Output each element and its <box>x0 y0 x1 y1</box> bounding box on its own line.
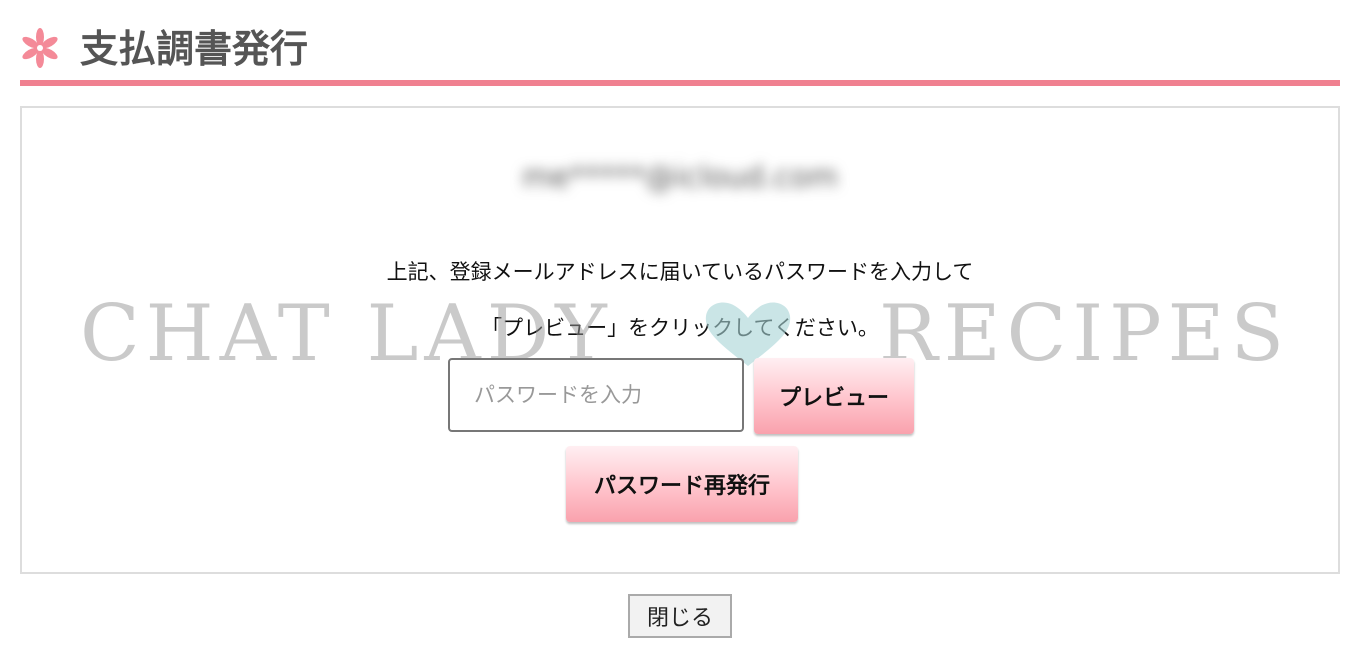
instruction-text-line2: 「プレビュー」をクリックしてください。 <box>481 316 879 340</box>
close-button[interactable]: 閉じる <box>628 594 732 638</box>
registered-email: me*****@icloud.com <box>522 160 838 195</box>
page: 支払調書発行 me*****@icloud.com 上記、登録メールアドレスに届… <box>0 0 1360 672</box>
asterisk-flower-icon <box>22 28 58 68</box>
payment-statement-panel: me*****@icloud.com 上記、登録メールアドレスに届いているパスワ… <box>20 106 1340 574</box>
page-header: 支払調書発行 <box>20 18 1340 86</box>
reissue-password-button[interactable]: パスワード再発行 <box>566 446 798 522</box>
page-title: 支払調書発行 <box>80 27 309 71</box>
header-divider <box>20 80 1340 86</box>
instruction-text-line1: 上記、登録メールアドレスに届いているパスワードを入力して <box>386 260 974 284</box>
preview-button[interactable]: プレビュー <box>754 358 914 434</box>
password-input[interactable] <box>448 358 744 432</box>
